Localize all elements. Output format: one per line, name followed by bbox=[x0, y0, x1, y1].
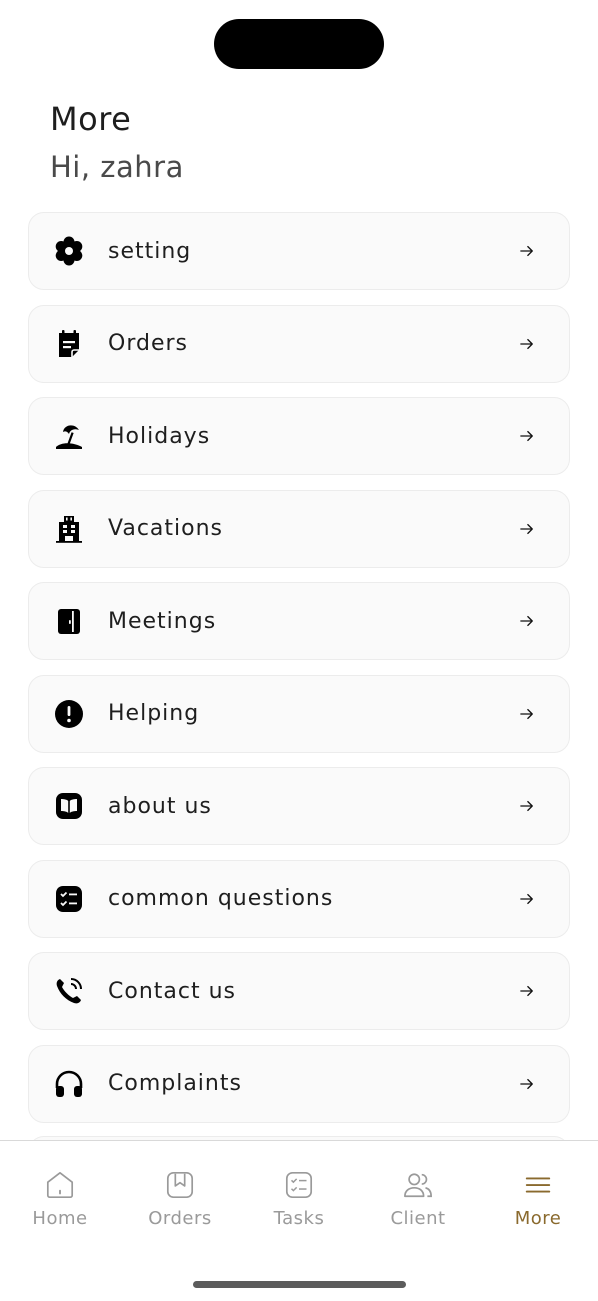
users-icon bbox=[401, 1169, 435, 1200]
menu-item-label: Contact us bbox=[108, 978, 236, 1004]
tab-more[interactable]: More bbox=[478, 1169, 598, 1229]
menu-item-label: common questions bbox=[108, 886, 334, 911]
notepad-icon bbox=[51, 326, 87, 362]
arrow-right-icon bbox=[519, 336, 535, 352]
home-indicator[interactable] bbox=[193, 1281, 406, 1288]
menu-item-contact-us[interactable]: Contact us bbox=[28, 952, 570, 1030]
tab-label: Client bbox=[390, 1208, 446, 1229]
door-icon bbox=[51, 603, 87, 639]
checklist-icon bbox=[51, 881, 87, 917]
arrow-right-icon bbox=[519, 983, 535, 999]
page-title: More bbox=[50, 100, 132, 138]
arrow-right-icon bbox=[519, 706, 535, 722]
headphones-icon bbox=[51, 1066, 87, 1102]
book-icon bbox=[51, 788, 87, 824]
hotel-building-icon bbox=[51, 511, 87, 547]
tab-client[interactable]: Client bbox=[358, 1169, 478, 1229]
menu-item-label: Complaints bbox=[108, 1071, 242, 1096]
arrow-right-icon bbox=[519, 1076, 535, 1092]
hamburger-menu-icon bbox=[521, 1169, 555, 1200]
tab-label: Home bbox=[32, 1208, 88, 1229]
tab-label: Tasks bbox=[273, 1208, 325, 1229]
tab-label: More bbox=[514, 1208, 562, 1229]
arrow-right-icon bbox=[519, 243, 535, 259]
menu-item-orders[interactable]: Orders bbox=[28, 304, 570, 383]
tab-tasks[interactable]: Tasks bbox=[239, 1169, 359, 1229]
dynamic-island bbox=[214, 19, 384, 69]
menu-item-vacations[interactable]: Vacations bbox=[28, 489, 570, 568]
beach-umbrella-icon bbox=[51, 418, 87, 454]
menu-list: setting Orders Holidays Vacations Meetin… bbox=[28, 212, 570, 1137]
menu-item-complaints[interactable]: Complaints bbox=[28, 1044, 570, 1123]
arrow-right-icon bbox=[519, 798, 535, 814]
menu-item-label: about us bbox=[108, 793, 212, 819]
home-icon bbox=[43, 1169, 77, 1200]
gear-icon bbox=[51, 233, 87, 269]
menu-item-label: setting bbox=[108, 238, 192, 264]
arrow-right-icon bbox=[519, 521, 535, 537]
menu-item-about-us[interactable]: about us bbox=[28, 767, 570, 845]
arrow-right-icon bbox=[519, 428, 535, 444]
phone-call-icon bbox=[51, 973, 87, 1009]
menu-item-label: Meetings bbox=[108, 608, 217, 634]
exclamation-circle-icon bbox=[51, 696, 87, 732]
arrow-right-icon bbox=[519, 891, 535, 907]
menu-item-label: Orders bbox=[108, 331, 188, 356]
bottom-tab-bar: Home Orders Tasks Client More bbox=[0, 1140, 598, 1301]
menu-item-holidays[interactable]: Holidays bbox=[28, 397, 570, 475]
menu-item-setting[interactable]: setting bbox=[28, 212, 570, 290]
tab-label: Orders bbox=[148, 1208, 212, 1229]
menu-item-common-questions[interactable]: common questions bbox=[28, 859, 570, 938]
greeting-text: Hi, zahra bbox=[50, 150, 184, 184]
task-list-icon bbox=[282, 1169, 316, 1200]
tab-home[interactable]: Home bbox=[0, 1169, 120, 1229]
bookmark-icon bbox=[163, 1169, 197, 1200]
menu-item-meetings[interactable]: Meetings bbox=[28, 582, 570, 660]
tab-orders[interactable]: Orders bbox=[120, 1169, 240, 1229]
menu-item-helping[interactable]: Helping bbox=[28, 674, 570, 753]
arrow-right-icon bbox=[519, 613, 535, 629]
menu-item-label: Holidays bbox=[108, 423, 211, 449]
menu-item-label: Helping bbox=[108, 701, 200, 726]
menu-item-label: Vacations bbox=[108, 516, 224, 541]
